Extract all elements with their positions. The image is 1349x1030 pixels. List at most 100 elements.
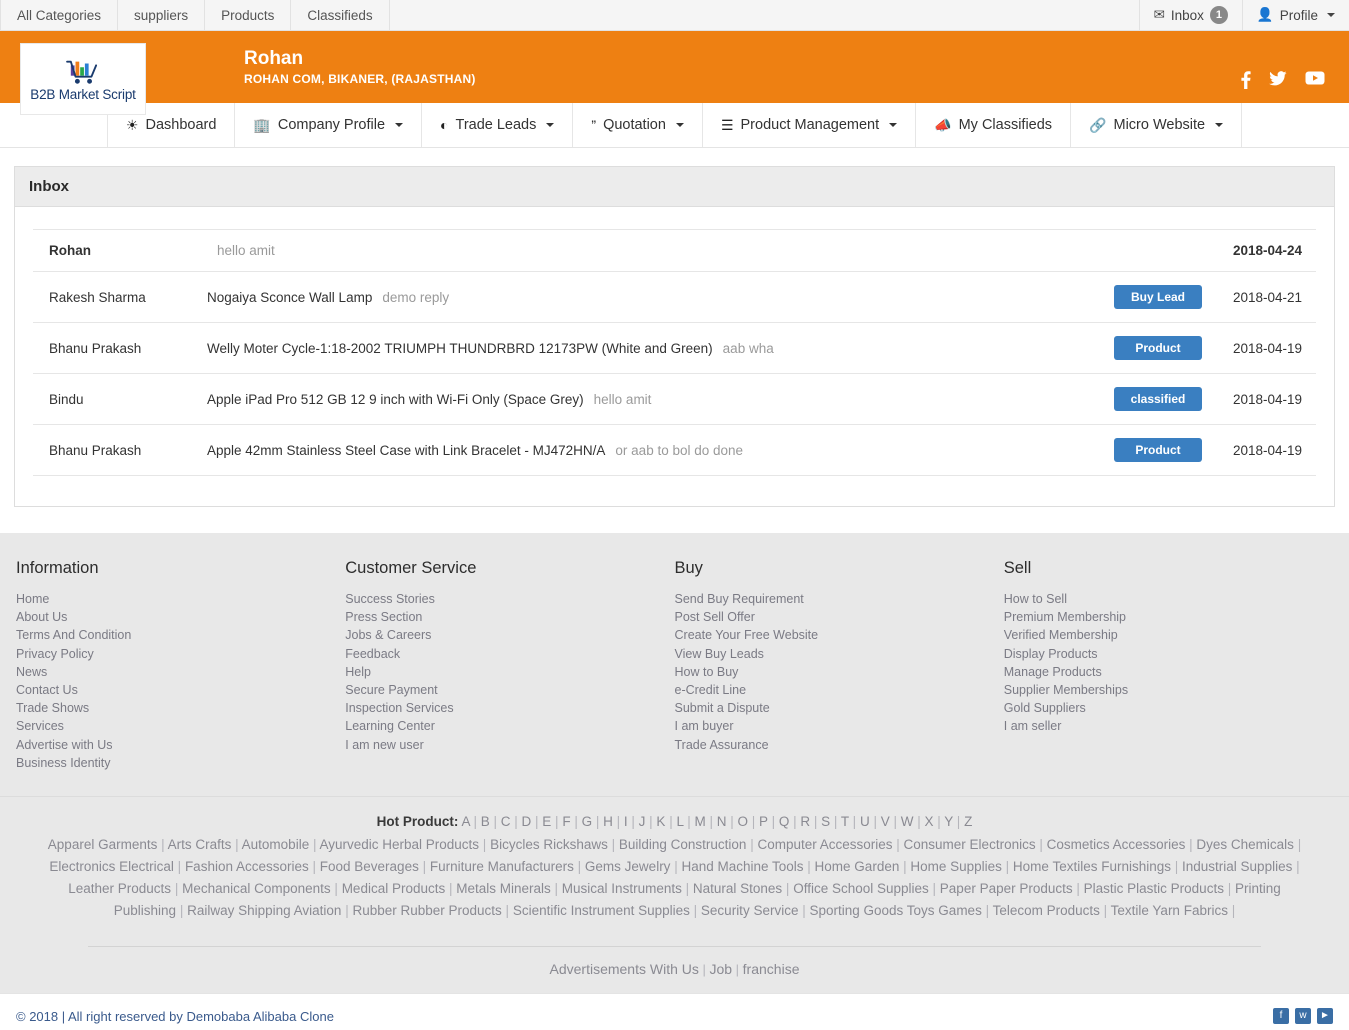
- footer-link[interactable]: Advertise with Us: [16, 736, 345, 754]
- category-link[interactable]: Natural Stones: [693, 881, 782, 896]
- category-link[interactable]: Rubber Rubber Products: [352, 903, 501, 918]
- category-link[interactable]: Computer Accessories: [757, 837, 892, 852]
- footer-link[interactable]: Success Stories: [345, 590, 674, 608]
- alphabet-link[interactable]: T: [841, 814, 849, 829]
- footer-link[interactable]: I am new user: [345, 736, 674, 754]
- category-link[interactable]: Dyes Chemicals: [1196, 837, 1294, 852]
- alphabet-link[interactable]: V: [881, 814, 890, 829]
- alphabet-link[interactable]: A: [461, 814, 469, 829]
- footer-link[interactable]: About Us: [16, 608, 345, 626]
- alphabet-link[interactable]: F: [562, 814, 570, 829]
- footer-link[interactable]: Gold Suppliers: [1004, 699, 1333, 717]
- twitter-icon[interactable]: w: [1295, 1008, 1311, 1025]
- table-row[interactable]: Rohan hello amit 2018-04-24: [33, 229, 1316, 272]
- alphabet-link[interactable]: U: [860, 814, 870, 829]
- table-row[interactable]: Bindu Apple iPad Pro 512 GB 12 9 inch wi…: [33, 373, 1316, 425]
- inbox-link[interactable]: ✉ Inbox 1: [1138, 0, 1242, 30]
- advertisement-link[interactable]: Job: [709, 961, 732, 977]
- category-link[interactable]: Telecom Products: [993, 903, 1100, 918]
- footer-link[interactable]: Feedback: [345, 645, 674, 663]
- alphabet-link[interactable]: H: [603, 814, 613, 829]
- nav-item-quotation[interactable]: ” Quotation: [572, 103, 702, 147]
- category-link[interactable]: Scientific Instrument Supplies: [513, 903, 690, 918]
- nav-item-trade-leads[interactable]: ◐ Trade Leads: [421, 103, 572, 147]
- category-link[interactable]: Automobile: [242, 837, 310, 852]
- footer-link[interactable]: Send Buy Requirement: [675, 590, 1004, 608]
- nav-item-micro-website[interactable]: 🔗 Micro Website: [1070, 103, 1243, 147]
- alphabet-link[interactable]: Q: [779, 814, 790, 829]
- category-link[interactable]: Medical Products: [342, 881, 446, 896]
- status-badge[interactable]: Buy Lead: [1114, 285, 1202, 309]
- facebook-icon[interactable]: [1241, 71, 1251, 89]
- twitter-icon[interactable]: [1269, 71, 1287, 89]
- category-link[interactable]: Consumer Electronics: [904, 837, 1036, 852]
- footer-link[interactable]: Post Sell Offer: [675, 608, 1004, 626]
- category-link[interactable]: Sporting Goods Toys Games: [809, 903, 981, 918]
- footer-link[interactable]: News: [16, 663, 345, 681]
- category-link[interactable]: Plastic Plastic Products: [1084, 881, 1224, 896]
- advertisement-link[interactable]: franchise: [743, 961, 800, 977]
- profile-menu[interactable]: 👤 Profile: [1241, 0, 1349, 30]
- nav-item-my-classifieds[interactable]: 📣 My Classifieds: [915, 103, 1070, 147]
- footer-link[interactable]: I am buyer: [675, 717, 1004, 735]
- footer-link[interactable]: Supplier Memberships: [1004, 681, 1333, 699]
- category-link[interactable]: Bicycles Rickshaws: [490, 837, 608, 852]
- category-link[interactable]: Home Garden: [815, 859, 900, 874]
- footer-link[interactable]: View Buy Leads: [675, 645, 1004, 663]
- table-row[interactable]: Rakesh Sharma Nogaiya Sconce Wall Lamp de…: [33, 271, 1316, 323]
- alphabet-link[interactable]: E: [542, 814, 551, 829]
- category-link[interactable]: Paper Paper Products: [940, 881, 1073, 896]
- status-badge[interactable]: Product: [1114, 336, 1202, 360]
- footer-link[interactable]: Jobs & Careers: [345, 626, 674, 644]
- category-link[interactable]: Ayurvedic Herbal Products: [319, 837, 479, 852]
- alphabet-link[interactable]: D: [522, 814, 532, 829]
- footer-link[interactable]: How to Sell: [1004, 590, 1333, 608]
- category-link[interactable]: Apparel Garments: [48, 837, 158, 852]
- category-link[interactable]: Food Beverages: [320, 859, 419, 874]
- footer-link[interactable]: Contact Us: [16, 681, 345, 699]
- footer-link[interactable]: Help: [345, 663, 674, 681]
- footer-link[interactable]: Manage Products: [1004, 663, 1333, 681]
- youtube-icon[interactable]: ►: [1317, 1008, 1333, 1025]
- footer-link[interactable]: Services: [16, 717, 345, 735]
- category-link[interactable]: Building Construction: [619, 837, 747, 852]
- footer-link[interactable]: Premium Membership: [1004, 608, 1333, 626]
- category-link[interactable]: Railway Shipping Aviation: [187, 903, 341, 918]
- top-nav-item-products[interactable]: Products: [205, 0, 292, 30]
- alphabet-link[interactable]: B: [481, 814, 490, 829]
- status-badge[interactable]: Product: [1114, 438, 1202, 462]
- alphabet-link[interactable]: R: [800, 814, 810, 829]
- category-link[interactable]: Arts Crafts: [168, 837, 232, 852]
- facebook-icon[interactable]: f: [1273, 1008, 1289, 1025]
- footer-link[interactable]: Trade Assurance: [675, 736, 1004, 754]
- alphabet-link[interactable]: X: [925, 814, 934, 829]
- footer-link[interactable]: Display Products: [1004, 645, 1333, 663]
- category-link[interactable]: Furniture Manufacturers: [430, 859, 574, 874]
- footer-link[interactable]: Create Your Free Website: [675, 626, 1004, 644]
- footer-link[interactable]: Privacy Policy: [16, 645, 345, 663]
- category-link[interactable]: Metals Minerals: [456, 881, 551, 896]
- top-nav-item-all-categories[interactable]: All Categories: [0, 0, 119, 30]
- alphabet-link[interactable]: N: [717, 814, 727, 829]
- category-link[interactable]: Home Supplies: [910, 859, 1002, 874]
- category-link[interactable]: Industrial Supplies: [1182, 859, 1292, 874]
- nav-item-company-profile[interactable]: 🏢 Company Profile: [234, 103, 421, 147]
- top-nav-item-suppliers[interactable]: suppliers: [118, 0, 206, 30]
- alphabet-link[interactable]: Y: [944, 814, 953, 829]
- footer-link[interactable]: Inspection Services: [345, 699, 674, 717]
- category-link[interactable]: Fashion Accessories: [185, 859, 309, 874]
- logo[interactable]: B2B Market Script: [20, 43, 146, 115]
- status-badge[interactable]: classified: [1114, 387, 1202, 411]
- footer-link[interactable]: Business Identity: [16, 754, 345, 772]
- footer-link[interactable]: Learning Center: [345, 717, 674, 735]
- nav-item-product-management[interactable]: ☰ Product Management: [701, 103, 915, 147]
- footer-link[interactable]: Trade Shows: [16, 699, 345, 717]
- category-link[interactable]: Gems Jewelry: [585, 859, 671, 874]
- category-link[interactable]: Mechanical Components: [182, 881, 331, 896]
- category-link[interactable]: Cosmetics Accessories: [1047, 837, 1186, 852]
- top-nav-item-classifieds[interactable]: Classifieds: [291, 0, 390, 30]
- advertisement-link[interactable]: Advertisements With Us: [550, 961, 699, 977]
- category-link[interactable]: Security Service: [701, 903, 799, 918]
- category-link[interactable]: Home Textiles Furnishings: [1013, 859, 1171, 874]
- alphabet-link[interactable]: O: [738, 814, 749, 829]
